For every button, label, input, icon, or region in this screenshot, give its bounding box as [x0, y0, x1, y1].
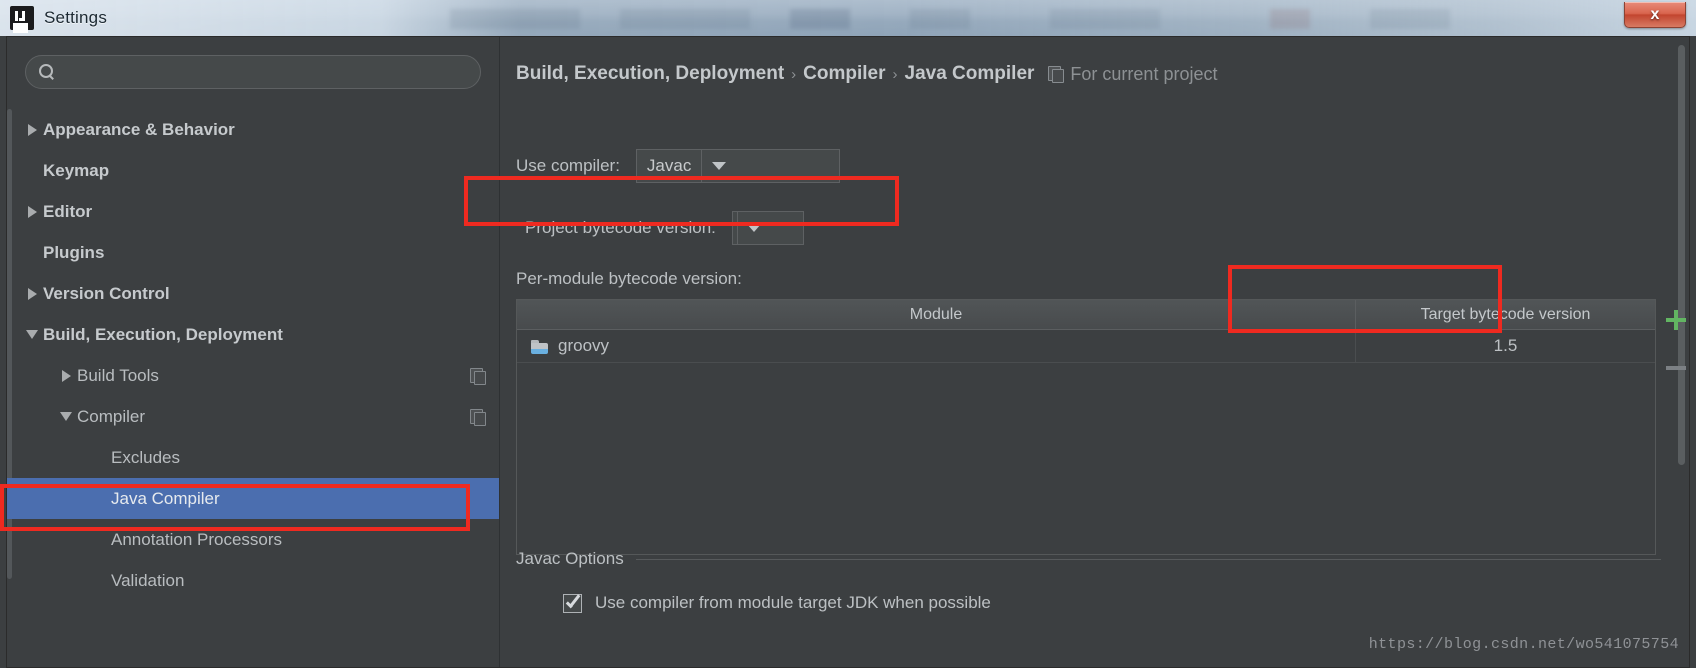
settings-tree: Appearance & Behavior Keymap Editor Plugins…: [7, 109, 499, 667]
use-compiler-from-module-jdk-checkbox-row[interactable]: Use compiler from module target JDK when…: [563, 593, 1661, 613]
javac-options-header: Javac Options: [516, 549, 1661, 569]
sidebar-item-label: Annotation Processors: [111, 530, 282, 550]
table-action-buttons: [1657, 299, 1689, 389]
sidebar-item-label: Excludes: [111, 448, 180, 468]
chevron-right-icon[interactable]: [21, 206, 43, 218]
table-body: groovy 1.5: [517, 330, 1655, 363]
window-title-group: Settings: [10, 6, 107, 30]
sidebar-item-validation[interactable]: Validation: [7, 560, 499, 601]
settings-dialog-body: Appearance & Behavior Keymap Editor Plugins…: [6, 36, 1690, 668]
copy-settings-icon[interactable]: [470, 409, 485, 425]
column-header-module[interactable]: Module: [517, 300, 1355, 329]
add-module-button[interactable]: [1663, 307, 1689, 333]
per-module-bytecode-table: Module Target bytecode version groovy 1.5: [516, 299, 1656, 555]
sidebar-item-keymap[interactable]: Keymap: [7, 150, 499, 191]
chevron-right-icon[interactable]: [21, 124, 43, 136]
search-box[interactable]: [25, 55, 481, 89]
search-icon: [38, 63, 56, 81]
breadcrumb-separator-icon: ›: [791, 66, 796, 83]
sidebar-item-label: Compiler: [77, 407, 145, 427]
sidebar-item-label: Appearance & Behavior: [43, 120, 235, 140]
content-scrollbar[interactable]: [1678, 45, 1685, 465]
project-scope-icon: [1048, 66, 1063, 82]
sidebar-search-area: [7, 37, 499, 99]
copy-settings-icon[interactable]: [470, 368, 485, 384]
sidebar-item-plugins[interactable]: Plugins: [7, 232, 499, 273]
window-title-bar: Settings x: [0, 0, 1696, 36]
search-input[interactable]: [64, 64, 468, 81]
module-name: groovy: [558, 336, 609, 356]
chevron-down-icon[interactable]: [701, 150, 735, 182]
chevron-right-icon[interactable]: [55, 370, 77, 382]
sidebar-item-label: Validation: [111, 571, 184, 591]
settings-dialog-window: Settings x Appearance & Behavior Keymap Ed…: [0, 0, 1696, 668]
window-close-button[interactable]: x: [1624, 2, 1686, 28]
use-compiler-row: Use compiler: Javac: [516, 149, 840, 183]
remove-module-button[interactable]: [1663, 355, 1689, 381]
per-module-bytecode-label: Per-module bytecode version:: [516, 269, 742, 289]
breadcrumb-segment-1[interactable]: Compiler: [803, 63, 885, 85]
section-divider: [636, 559, 1661, 560]
breadcrumb-separator-icon: ›: [893, 66, 898, 83]
use-compiler-label: Use compiler:: [516, 156, 620, 176]
column-header-target-bytecode-version[interactable]: Target bytecode version: [1355, 300, 1655, 329]
javac-options-section: Javac Options Use compiler from module t…: [516, 549, 1661, 613]
sidebar-item-build-execution-deployment[interactable]: Build, Execution, Deployment: [7, 314, 499, 355]
cell-target-bytecode-version[interactable]: 1.5: [1355, 330, 1655, 362]
checkbox-icon[interactable]: [563, 594, 582, 613]
sidebar-item-excludes[interactable]: Excludes: [7, 437, 499, 478]
chevron-down-icon[interactable]: [55, 412, 77, 421]
sidebar-item-compiler[interactable]: Compiler: [7, 396, 499, 437]
sidebar-item-label: Version Control: [43, 284, 170, 304]
sidebar-item-label: Plugins: [43, 243, 104, 263]
sidebar-item-label: Editor: [43, 202, 92, 222]
breadcrumb-segment-2[interactable]: Java Compiler: [905, 63, 1035, 85]
scope-note: For current project: [1070, 64, 1217, 85]
project-bytecode-version-dropdown[interactable]: [732, 211, 804, 245]
sidebar-item-editor[interactable]: Editor: [7, 191, 499, 232]
use-compiler-from-module-jdk-label: Use compiler from module target JDK when…: [595, 593, 991, 613]
chevron-down-icon[interactable]: [737, 212, 771, 244]
sidebar-item-label: Java Compiler: [111, 489, 220, 509]
project-bytecode-version-row: Project bytecode version:: [525, 211, 804, 245]
sidebar-item-build-tools[interactable]: Build Tools: [7, 355, 499, 396]
sidebar-item-label: Build Tools: [77, 366, 159, 386]
module-folder-icon: [531, 339, 549, 354]
window-title: Settings: [44, 8, 107, 28]
watermark-text: https://blog.csdn.net/wo541075754: [1369, 636, 1679, 653]
javac-options-title: Javac Options: [516, 549, 624, 569]
settings-sidebar: Appearance & Behavior Keymap Editor Plugins…: [7, 37, 500, 667]
title-bar-background-blur: [150, 9, 1496, 29]
project-bytecode-version-label: Project bytecode version:: [525, 218, 716, 238]
chevron-right-icon[interactable]: [21, 288, 43, 300]
cell-module[interactable]: groovy: [517, 330, 1355, 362]
sidebar-item-label: Keymap: [43, 161, 109, 181]
breadcrumb-segment-0[interactable]: Build, Execution, Deployment: [516, 63, 784, 85]
chevron-down-icon[interactable]: [21, 330, 43, 339]
sidebar-item-annotation-processors[interactable]: Annotation Processors: [7, 519, 499, 560]
table-header-row: Module Target bytecode version: [517, 300, 1655, 330]
use-compiler-dropdown[interactable]: Javac: [636, 149, 840, 183]
sidebar-item-version-control[interactable]: Version Control: [7, 273, 499, 314]
intellij-idea-logo-icon: [10, 6, 34, 30]
java-compiler-settings-panel: Build, Execution, Deployment › Compiler …: [500, 37, 1689, 667]
table-row[interactable]: groovy 1.5: [517, 330, 1655, 363]
breadcrumb: Build, Execution, Deployment › Compiler …: [516, 63, 1217, 85]
close-icon: x: [1651, 7, 1660, 23]
sidebar-item-java-compiler[interactable]: Java Compiler: [7, 478, 499, 519]
use-compiler-value: Javac: [637, 150, 701, 182]
sidebar-item-label: Build, Execution, Deployment: [43, 325, 283, 345]
sidebar-item-appearance-behavior[interactable]: Appearance & Behavior: [7, 109, 499, 150]
